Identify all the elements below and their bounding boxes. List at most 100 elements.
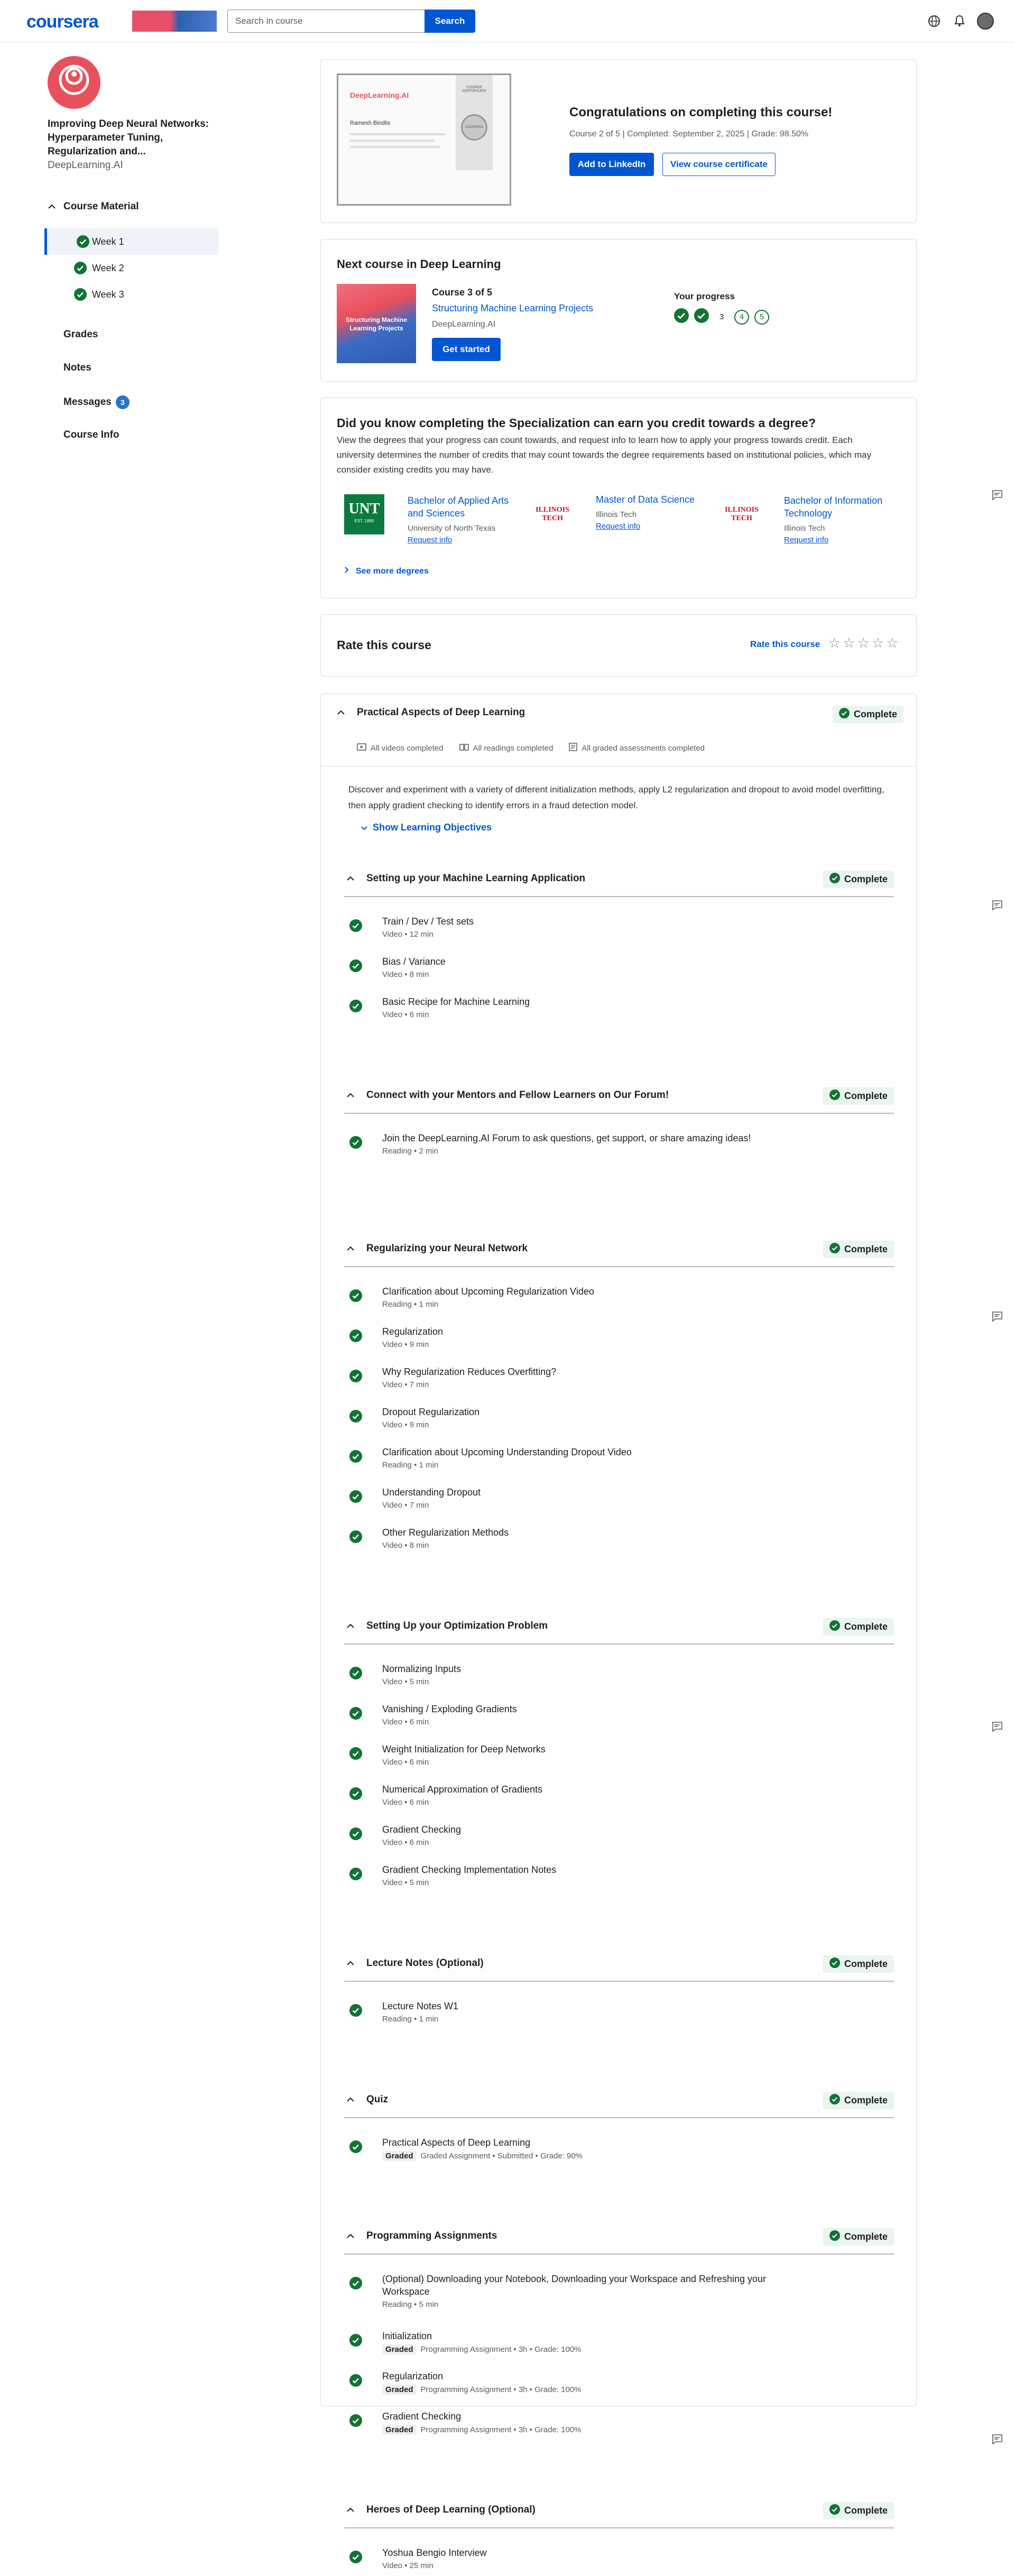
feedback-icon[interactable] bbox=[991, 900, 1003, 911]
feedback-icon[interactable] bbox=[991, 490, 1003, 501]
list-item[interactable]: Normalizing Inputs Video • 5 min bbox=[344, 1652, 894, 1692]
section-header[interactable]: Quiz Complete bbox=[344, 2082, 894, 2118]
list-item[interactable]: Numerical Approximation of Gradients Vide… bbox=[344, 1772, 894, 1813]
add-to-linkedin-button[interactable]: Add to LinkedIn bbox=[569, 153, 654, 176]
list-item[interactable]: Understanding Dropout Video • 7 min bbox=[344, 1475, 894, 1516]
section-header[interactable]: Heroes of Deep Learning (Optional) Comple… bbox=[344, 2492, 894, 2528]
section-header[interactable]: Setting up your Machine Learning Applica… bbox=[344, 861, 894, 897]
star-icon[interactable]: ☆ bbox=[843, 635, 855, 651]
item-title[interactable]: Initialization bbox=[382, 2330, 773, 2342]
request-info-link[interactable]: Request info bbox=[408, 535, 452, 544]
search-input[interactable]: Search in course bbox=[227, 10, 426, 33]
list-item[interactable]: Gradient Checking Video • 6 min bbox=[344, 1813, 894, 1853]
sidebar-item-notes[interactable]: Notes bbox=[63, 362, 91, 374]
item-title[interactable]: Dropout Regularization bbox=[382, 1406, 773, 1418]
section-header[interactable]: Regularizing your Neural Network Complete bbox=[344, 1231, 894, 1267]
item-title[interactable]: Numerical Approximation of Gradients bbox=[382, 1783, 773, 1796]
item-title[interactable]: Train / Dev / Test sets bbox=[382, 915, 773, 928]
sidebar-item-grades[interactable]: Grades bbox=[63, 329, 98, 340]
list-item[interactable]: Dropout Regularization Video • 9 min bbox=[344, 1395, 894, 1435]
section-header[interactable]: Connect with your Mentors and Fellow Lea… bbox=[344, 1078, 894, 1114]
section-header[interactable]: Programming Assignments Complete bbox=[344, 2219, 894, 2255]
star-icon[interactable]: ☆ bbox=[857, 635, 870, 651]
item-title[interactable]: Gradient Checking bbox=[382, 1823, 773, 1836]
degree-program-title[interactable]: Master of Data Science bbox=[596, 494, 712, 505]
item-title[interactable]: Clarification about Upcoming Regularizat… bbox=[382, 1285, 773, 1298]
next-course-title-link[interactable]: Structuring Machine Learning Projects bbox=[432, 303, 593, 314]
item-title[interactable]: Regularization bbox=[382, 1325, 773, 1338]
rate-course-link[interactable]: Rate this course bbox=[750, 639, 820, 650]
list-item[interactable]: Other Regularization Methods Video • 8 mi… bbox=[344, 1516, 894, 1556]
sidebar-item-week-1[interactable]: Week 1 bbox=[44, 228, 219, 255]
degree-program-title[interactable]: Bachelor of Applied Arts and Sciences bbox=[408, 494, 513, 520]
item-title[interactable]: Weight Initialization for Deep Networks bbox=[382, 1743, 773, 1756]
list-item[interactable]: Lecture Notes W1 Reading • 1 min bbox=[344, 1989, 894, 2029]
feedback-icon[interactable] bbox=[991, 2434, 1003, 2445]
feedback-icon[interactable] bbox=[991, 1721, 1003, 1733]
star-icon[interactable]: ☆ bbox=[886, 635, 898, 651]
item-title[interactable]: Other Regularization Methods bbox=[382, 1526, 773, 1539]
list-item[interactable]: Train / Dev / Test sets Video • 12 min bbox=[344, 904, 894, 945]
item-title[interactable]: Bias / Variance bbox=[382, 955, 773, 968]
list-item[interactable]: Gradient Checking Implementation Notes Vi… bbox=[344, 1853, 894, 1893]
certificate-thumbnail[interactable]: DeepLearning.AI Ramesh Bindlis COURSE CE… bbox=[337, 73, 511, 206]
coursera-logo[interactable]: coursera bbox=[26, 12, 99, 32]
feedback-icon[interactable] bbox=[991, 1311, 1003, 1323]
item-title[interactable]: Understanding Dropout bbox=[382, 1486, 773, 1499]
list-item[interactable]: Weight Initialization for Deep Networks V… bbox=[344, 1732, 894, 1772]
list-item[interactable]: Regularization Graded Programming Assignme… bbox=[344, 2359, 894, 2399]
item-title[interactable]: Basic Recipe for Machine Learning bbox=[382, 995, 773, 1008]
bell-icon[interactable] bbox=[952, 13, 967, 29]
module-header[interactable]: Practical Aspects of Deep Learning bbox=[337, 707, 525, 718]
sidebar-item-week-2[interactable]: Week 2 bbox=[44, 255, 219, 281]
item-title[interactable]: Yoshua Bengio Interview bbox=[382, 2546, 773, 2559]
list-item[interactable]: Why Regularization Reduces Overfitting? V… bbox=[344, 1355, 894, 1395]
view-certificate-button[interactable]: View course certificate bbox=[662, 153, 776, 176]
section-header[interactable]: Setting Up your Optimization Problem Comp… bbox=[344, 1609, 894, 1645]
specialization-banner[interactable] bbox=[132, 11, 217, 32]
star-icon[interactable]: ☆ bbox=[872, 635, 884, 651]
avatar[interactable] bbox=[977, 13, 994, 30]
course-material-toggle[interactable]: Course Material bbox=[48, 201, 139, 213]
item-title[interactable]: Practical Aspects of Deep Learning bbox=[382, 2136, 773, 2149]
globe-icon[interactable] bbox=[926, 13, 942, 29]
item-title[interactable]: Join the DeepLearning.AI Forum to ask qu… bbox=[382, 1132, 773, 1144]
list-item[interactable]: Clarification about Upcoming Understandi… bbox=[344, 1435, 894, 1475]
list-item[interactable]: Initialization Graded Programming Assignme… bbox=[344, 2319, 894, 2359]
star-rating[interactable]: ☆ ☆ ☆ ☆ ☆ bbox=[828, 635, 899, 651]
next-course-image[interactable]: Structuring Machine Learning Projects bbox=[337, 284, 416, 363]
get-started-button[interactable]: Get started bbox=[432, 338, 501, 361]
item-title[interactable]: (Optional) Downloading your Notebook, Do… bbox=[382, 2273, 773, 2298]
request-info-link[interactable]: Request info bbox=[596, 522, 640, 531]
item-title[interactable]: Gradient Checking bbox=[382, 2410, 773, 2423]
degree-program-title[interactable]: Bachelor of Information Technology bbox=[784, 494, 900, 520]
show-objectives-link[interactable]: Show Learning Objectives bbox=[361, 822, 492, 833]
list-item[interactable]: Clarification about Upcoming Regularizat… bbox=[344, 1275, 894, 1315]
see-more-degrees-link[interactable]: See more degrees bbox=[344, 566, 429, 576]
list-item[interactable]: Basic Recipe for Machine Learning Video •… bbox=[344, 985, 894, 1025]
section-header[interactable]: Lecture Notes (Optional) Complete bbox=[344, 1946, 894, 1982]
item-title[interactable]: Vanishing / Exploding Gradients bbox=[382, 1703, 773, 1715]
list-item[interactable]: Join the DeepLearning.AI Forum to ask qu… bbox=[344, 1121, 894, 1178]
list-item[interactable]: Regularization Video • 9 min bbox=[344, 1315, 894, 1355]
list-item[interactable]: (Optional) Downloading your Notebook, Do… bbox=[344, 2262, 894, 2319]
sidebar-item-messages[interactable]: Messages 3 bbox=[63, 395, 130, 409]
list-item[interactable]: Vanishing / Exploding Gradients Video • 6… bbox=[344, 1692, 894, 1732]
item-title[interactable]: Regularization bbox=[382, 2370, 773, 2383]
item-title[interactable]: Gradient Checking Implementation Notes bbox=[382, 1863, 773, 1876]
list-item[interactable]: Yoshua Bengio Interview Video • 25 min bbox=[344, 2536, 894, 2576]
request-info-link[interactable]: Request info bbox=[784, 535, 828, 544]
list-item[interactable]: Bias / Variance Video • 8 min bbox=[344, 945, 894, 985]
course-title[interactable]: Improving Deep Neural Networks: Hyperpar… bbox=[48, 117, 217, 159]
list-item[interactable]: Practical Aspects of Deep Learning Graded… bbox=[344, 2126, 894, 2166]
item-title[interactable]: Normalizing Inputs bbox=[382, 1663, 773, 1675]
item-title[interactable]: Lecture Notes W1 bbox=[382, 2000, 773, 2012]
list-item[interactable]: Gradient Checking Graded Programming Assig… bbox=[344, 2399, 894, 2440]
sidebar-item-week-3[interactable]: Week 3 bbox=[44, 281, 219, 308]
item-title[interactable]: Clarification about Upcoming Understandi… bbox=[382, 1446, 773, 1458]
item-title[interactable]: Why Regularization Reduces Overfitting? bbox=[382, 1365, 773, 1378]
unt-logo-subtext: EST. 1890 bbox=[354, 519, 374, 523]
sidebar-item-course-info[interactable]: Course Info bbox=[63, 429, 119, 441]
search-button[interactable]: Search bbox=[425, 10, 475, 33]
star-icon[interactable]: ☆ bbox=[828, 635, 841, 651]
